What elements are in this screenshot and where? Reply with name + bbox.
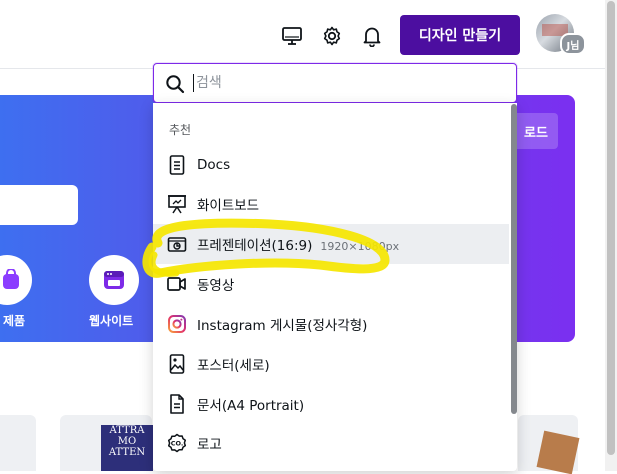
hero-search-field[interactable]	[0, 185, 78, 225]
whiteboard-icon	[167, 194, 187, 214]
search-suggestions-dropdown: 추천 Docs 화이트보드 프레젠테이션(16:9) 1920×1080px 동영…	[153, 103, 517, 471]
suggestion-whiteboard[interactable]: 화이트보드	[153, 184, 509, 224]
search-icon	[165, 74, 185, 94]
dropdown-scrollbar-thumb[interactable]	[511, 104, 517, 414]
section-header-recommended: 추천	[169, 123, 192, 137]
text-caret	[193, 74, 194, 92]
category-product-label: 제품	[3, 314, 26, 328]
product-icon	[2, 268, 20, 291]
suggestion-logo[interactable]: CO. 로고	[153, 423, 509, 463]
suggestion-dimensions: 1920×1080px	[320, 240, 400, 253]
website-icon	[103, 270, 125, 290]
top-bar: 디자인 만들기 J님	[0, 0, 605, 69]
suggestion-document-a4[interactable]: 문서(A4 Portrait)	[153, 384, 509, 424]
desktop-icon[interactable]	[280, 24, 304, 48]
logo-icon: CO.	[167, 433, 187, 453]
suggestion-label: Instagram 게시물(정사각형)	[197, 318, 368, 334]
svg-text:CO.: CO.	[171, 440, 184, 448]
search-input[interactable]	[196, 70, 496, 96]
suggestion-label: 화이트보드	[197, 198, 260, 214]
suggestion-label: 문서(A4 Portrait)	[197, 398, 305, 414]
document-icon	[167, 394, 187, 414]
instagram-icon	[167, 314, 187, 334]
poster-icon	[167, 354, 187, 374]
suggestion-label: 동영상	[197, 278, 235, 294]
template-thumbnail: ATTRA MO ATTEN	[101, 425, 153, 471]
docs-icon	[167, 155, 187, 175]
template-card[interactable]	[0, 415, 36, 471]
suggestion-label: 프레젠테이션(16:9) 1920×1080px	[197, 234, 399, 254]
create-design-button[interactable]: 디자인 만들기	[400, 15, 520, 55]
avatar-badge: J님	[560, 33, 586, 55]
suggestion-docs[interactable]: Docs	[153, 145, 509, 185]
gear-icon[interactable]	[320, 24, 344, 48]
suggestion-poster[interactable]: 포스터(세로)	[153, 344, 509, 384]
suggestion-label: 포스터(세로)	[197, 358, 270, 374]
presentation-icon	[167, 234, 187, 254]
category-website-label: 웹사이트	[89, 314, 134, 328]
suggestion-video[interactable]: 동영상	[153, 264, 509, 304]
suggestion-label-main: 프레젠테이션(16:9)	[197, 238, 313, 254]
suggestion-label: Docs	[197, 157, 231, 173]
suggestion-label: 로고	[197, 437, 222, 453]
template-thumbnail	[536, 430, 580, 474]
video-icon	[167, 274, 187, 294]
category-website-button[interactable]	[89, 255, 139, 305]
upload-label: 로드	[524, 125, 548, 141]
search-bar[interactable]	[153, 63, 517, 103]
suggestion-instagram-post[interactable]: Instagram 게시물(정사각형)	[153, 304, 509, 344]
page-scrollbar-thumb[interactable]	[607, 1, 615, 455]
suggestion-presentation[interactable]: 프레젠테이션(16:9) 1920×1080px	[153, 224, 509, 264]
bell-icon[interactable]	[360, 24, 384, 48]
